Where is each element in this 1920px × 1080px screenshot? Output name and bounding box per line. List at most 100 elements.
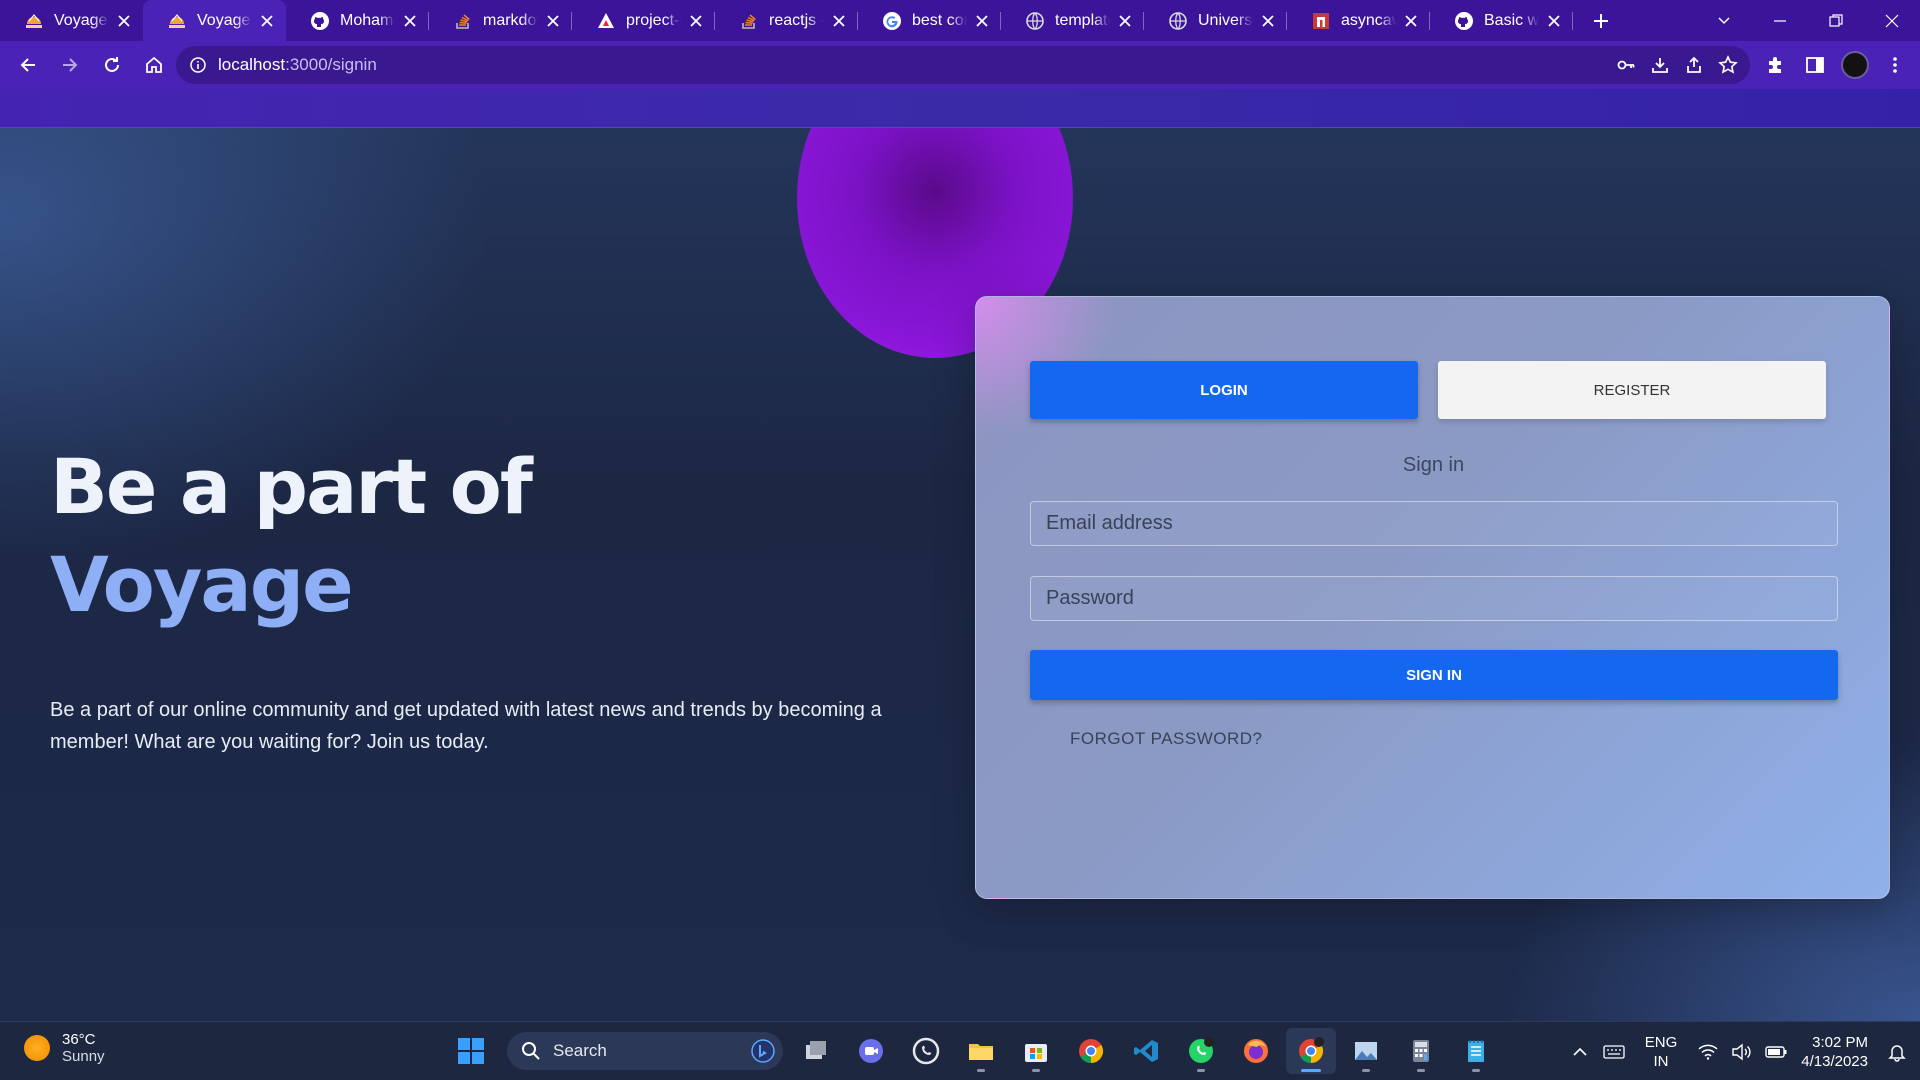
reload-button[interactable] [92, 45, 132, 85]
toolbar-actions [1760, 45, 1910, 85]
url-path: :3000/signin [285, 55, 377, 74]
close-window-button[interactable] [1864, 0, 1920, 41]
active-indicator [1301, 1069, 1321, 1072]
forward-button[interactable] [50, 45, 90, 85]
arrow-left-icon [20, 58, 35, 72]
signin-page: Be a part of Voyage Be a part of our onl… [0, 128, 1920, 1021]
new-tab-button[interactable] [1581, 0, 1621, 41]
notepad-button[interactable] [1451, 1028, 1501, 1074]
browser-tab[interactable]: template [1001, 0, 1144, 41]
close-tab-icon[interactable] [1259, 12, 1277, 30]
battery-icon [1765, 1045, 1787, 1058]
file-explorer-button[interactable] [956, 1028, 1006, 1074]
browser-tab[interactable]: Mohamed [286, 0, 429, 41]
bing-icon[interactable] [751, 1039, 775, 1063]
star-icon[interactable] [1718, 55, 1738, 75]
browser-tab[interactable]: asyncawa [1287, 0, 1430, 41]
vscode-button[interactable] [1121, 1028, 1171, 1074]
voyage-favicon [167, 11, 187, 31]
forgot-password-link[interactable]: FORGOT PASSWORD? [1070, 729, 1263, 749]
browser-tab[interactable]: reactjs - / [715, 0, 858, 41]
taskbar-search[interactable]: Search [507, 1032, 783, 1070]
weather-widget[interactable]: 36°C Sunny [24, 1031, 105, 1065]
install-icon[interactable] [1650, 55, 1670, 75]
language-indicator[interactable]: ENG IN [1645, 1033, 1678, 1071]
close-tab-icon[interactable] [1402, 12, 1420, 30]
running-indicator [1362, 1069, 1370, 1072]
restore-button[interactable] [1808, 0, 1864, 41]
volume-button[interactable] [1725, 1043, 1759, 1061]
weather-temperature: 36°C [62, 1031, 96, 1048]
browser-tab[interactable]: Voyage [0, 0, 143, 41]
close-tab-icon[interactable] [544, 12, 562, 30]
side-panel-icon [1806, 57, 1824, 73]
register-tab-button[interactable]: REGISTER [1438, 361, 1826, 419]
arrow-right-icon [63, 58, 78, 72]
minimize-icon [1774, 19, 1786, 22]
browser-tab[interactable]: project-c [572, 0, 715, 41]
menu-button[interactable] [1880, 50, 1910, 80]
close-tab-icon[interactable] [687, 12, 705, 30]
tray-overflow-button[interactable] [1563, 1044, 1597, 1060]
tab-search-button[interactable] [1696, 0, 1752, 41]
calculator-button[interactable] [1396, 1028, 1446, 1074]
chrome-button[interactable] [1066, 1028, 1116, 1074]
tab-title: template [1055, 11, 1110, 29]
keyboard-button[interactable] [1597, 1044, 1631, 1060]
battery-button[interactable] [1759, 1044, 1793, 1060]
close-tab-icon[interactable] [401, 12, 419, 30]
back-button[interactable] [8, 45, 48, 85]
address-bar[interactable]: localhost:3000/signin [176, 46, 1750, 84]
chrome-profile-icon [1299, 1037, 1324, 1063]
hero-title-brand: Voyage [50, 540, 354, 629]
password-field[interactable]: Password [1030, 576, 1838, 621]
triangle-icon [596, 11, 616, 31]
close-tab-icon[interactable] [973, 12, 991, 30]
github-icon [310, 11, 330, 31]
email-field[interactable]: Email address [1030, 501, 1838, 546]
notifications-button[interactable] [1880, 1042, 1914, 1062]
close-tab-icon[interactable] [1545, 12, 1563, 30]
browser-tab[interactable]: University [1144, 0, 1287, 41]
side-panel-button[interactable] [1800, 50, 1830, 80]
extensions-button[interactable] [1760, 50, 1790, 80]
browser-tab[interactable]: best cons [858, 0, 1001, 41]
task-view-button[interactable] [791, 1028, 841, 1074]
chrome-active-button[interactable] [1286, 1028, 1336, 1074]
share-icon[interactable] [1684, 55, 1704, 75]
whatsapp-button[interactable] [901, 1028, 951, 1074]
close-tab-icon[interactable] [830, 12, 848, 30]
minimize-button[interactable] [1752, 0, 1808, 41]
teams-chat-button[interactable] [846, 1028, 896, 1074]
photos-button[interactable] [1341, 1028, 1391, 1074]
start-button[interactable] [446, 1028, 496, 1074]
home-button[interactable] [134, 45, 174, 85]
url-text: localhost:3000/signin [218, 55, 377, 75]
tab-title: best cons [912, 11, 967, 29]
wifi-button[interactable] [1691, 1044, 1725, 1060]
github-icon [1454, 11, 1474, 31]
close-tab-icon[interactable] [115, 12, 133, 30]
info-icon[interactable] [190, 57, 206, 73]
firefox-button[interactable] [1231, 1028, 1281, 1074]
store-button[interactable] [1011, 1028, 1061, 1074]
signin-button[interactable]: SIGN IN [1030, 650, 1838, 700]
clock[interactable]: 3:02 PM 4/13/2023 [1801, 1033, 1868, 1071]
tab-list: Voyage Voyage Mohamed markdown project-c reac… [0, 0, 1573, 41]
close-tab-icon[interactable] [1116, 12, 1134, 30]
tab-strip: Voyage Voyage Mohamed markdown project-c reac… [0, 0, 1920, 41]
weather-condition: Sunny [62, 1048, 105, 1065]
profile-button[interactable] [1840, 50, 1870, 80]
hero-title-line1: Be a part of [50, 442, 533, 531]
running-indicator [1417, 1069, 1425, 1072]
whatsapp-desktop-button[interactable] [1176, 1028, 1226, 1074]
close-tab-icon[interactable] [258, 12, 276, 30]
key-icon[interactable] [1616, 55, 1636, 75]
bell-icon [1888, 1044, 1906, 1062]
browser-tab[interactable]: markdown [429, 0, 572, 41]
login-tab-button[interactable]: LOGIN [1030, 361, 1418, 419]
kebab-menu-icon [1893, 57, 1897, 73]
browser-tab[interactable]: Basic writ [1430, 0, 1573, 41]
browser-tab[interactable]: Voyage [143, 0, 286, 41]
chat-icon [859, 1039, 883, 1063]
